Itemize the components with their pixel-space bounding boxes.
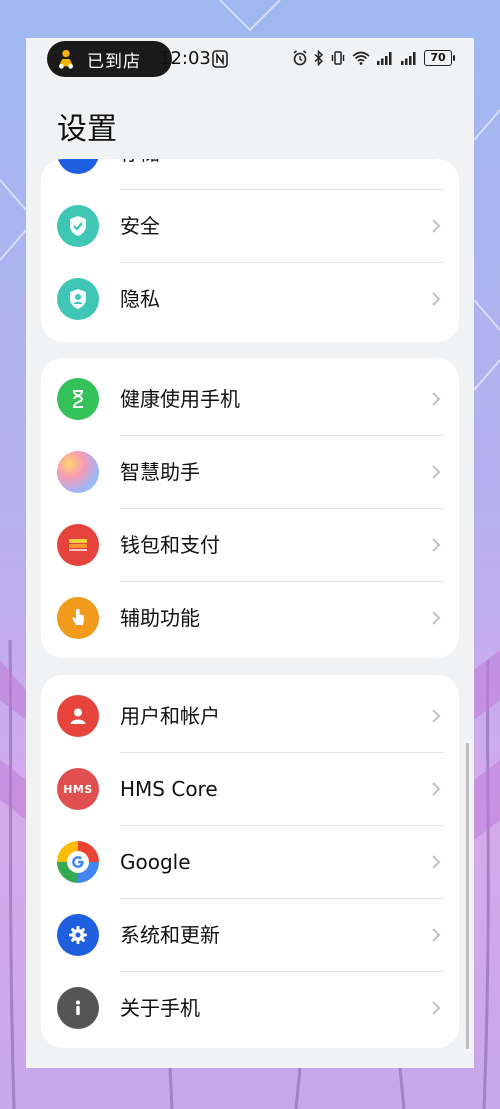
chevron-right-icon bbox=[432, 855, 441, 869]
live-activity-pill[interactable]: 已到店 bbox=[47, 41, 172, 77]
settings-item-google[interactable]: Google bbox=[41, 826, 459, 899]
hourglass-icon bbox=[57, 378, 99, 420]
settings-item-privacy[interactable]: 隐私 bbox=[41, 263, 459, 336]
chevron-right-icon bbox=[432, 292, 441, 306]
settings-item-label: 系统和更新 bbox=[120, 923, 220, 947]
settings-screen: 已到店 12:03 70 设置 安全 隐私 健康使用手机 智慧助手 钱包和支付 … bbox=[26, 38, 474, 1068]
settings-item-label: Google bbox=[120, 850, 191, 874]
page-title: 设置 bbox=[57, 112, 117, 147]
settings-section-3: 用户和帐户 HMS HMS Core Google 系统和更新 关于手机 bbox=[41, 675, 459, 1048]
settings-item-accessibility[interactable]: 辅助功能 bbox=[41, 582, 459, 655]
nfc-icon bbox=[212, 50, 228, 68]
hms-icon: HMS bbox=[57, 768, 99, 810]
settings-item-label: HMS Core bbox=[120, 777, 218, 801]
scrollbar[interactable] bbox=[466, 743, 469, 1049]
settings-item-label: 隐私 bbox=[120, 287, 160, 311]
settings-item-label: 辅助功能 bbox=[120, 606, 200, 630]
battery-indicator: 70 bbox=[424, 50, 455, 66]
status-bar: 已到店 12:03 70 bbox=[26, 38, 474, 82]
settings-item-about-phone[interactable]: 关于手机 bbox=[41, 972, 459, 1045]
signal-icon-2 bbox=[401, 52, 416, 65]
settings-section-1: 存储 安全 隐私 bbox=[41, 159, 459, 342]
settings-item-users-accounts[interactable]: 用户和帐户 bbox=[41, 680, 459, 753]
settings-item-assistant[interactable]: 智慧助手 bbox=[41, 436, 459, 509]
system-icons: 70 bbox=[292, 50, 455, 66]
pill-text: 已到店 bbox=[87, 51, 141, 72]
chevron-right-icon bbox=[432, 928, 441, 942]
settings-item-system-update[interactable]: 系统和更新 bbox=[41, 899, 459, 972]
google-icon-center bbox=[67, 851, 89, 873]
settings-item-wallet[interactable]: 钱包和支付 bbox=[41, 509, 459, 582]
status-time: 12:03 bbox=[159, 48, 211, 69]
gear-icon bbox=[57, 914, 99, 956]
chevron-right-icon bbox=[432, 709, 441, 723]
delivery-rider-icon bbox=[58, 49, 74, 69]
hand-icon bbox=[57, 597, 99, 639]
privacy-person-icon bbox=[57, 278, 99, 320]
chevron-right-icon bbox=[432, 392, 441, 406]
google-icon bbox=[57, 841, 99, 883]
wifi-icon bbox=[352, 51, 370, 65]
settings-item-label: 关于手机 bbox=[120, 996, 200, 1020]
info-icon bbox=[57, 987, 99, 1029]
chevron-right-icon bbox=[433, 159, 435, 160]
vibrate-icon bbox=[331, 51, 345, 65]
settings-item-label: 存储 bbox=[120, 159, 160, 190]
settings-item-label: 钱包和支付 bbox=[120, 533, 220, 557]
settings-item-label: 健康使用手机 bbox=[120, 387, 240, 411]
settings-item-label: 智慧助手 bbox=[120, 460, 200, 484]
chevron-right-icon bbox=[432, 219, 441, 233]
shield-check-icon bbox=[57, 205, 99, 247]
settings-item-storage[interactable]: 存储 bbox=[41, 159, 459, 190]
user-icon bbox=[57, 695, 99, 737]
wallet-icon bbox=[57, 524, 99, 566]
assistant-orb-icon bbox=[57, 451, 99, 493]
settings-item-security[interactable]: 安全 bbox=[41, 190, 459, 263]
chevron-right-icon bbox=[432, 611, 441, 625]
chevron-right-icon bbox=[432, 782, 441, 796]
settings-item-label: 用户和帐户 bbox=[120, 704, 220, 728]
settings-section-2: 健康使用手机 智慧助手 钱包和支付 辅助功能 bbox=[41, 358, 459, 658]
settings-item-digital-balance[interactable]: 健康使用手机 bbox=[41, 363, 459, 436]
chevron-right-icon bbox=[432, 465, 441, 479]
storage-icon bbox=[57, 159, 99, 174]
settings-item-label: 安全 bbox=[120, 214, 160, 238]
chevron-right-icon bbox=[432, 538, 441, 552]
bluetooth-icon bbox=[314, 50, 324, 66]
signal-icon-1 bbox=[377, 52, 392, 65]
chevron-right-icon bbox=[432, 1001, 441, 1015]
alarm-icon bbox=[293, 50, 307, 66]
settings-item-hms-core[interactable]: HMS HMS Core bbox=[41, 753, 459, 826]
hms-icon-text: HMS bbox=[63, 782, 93, 796]
